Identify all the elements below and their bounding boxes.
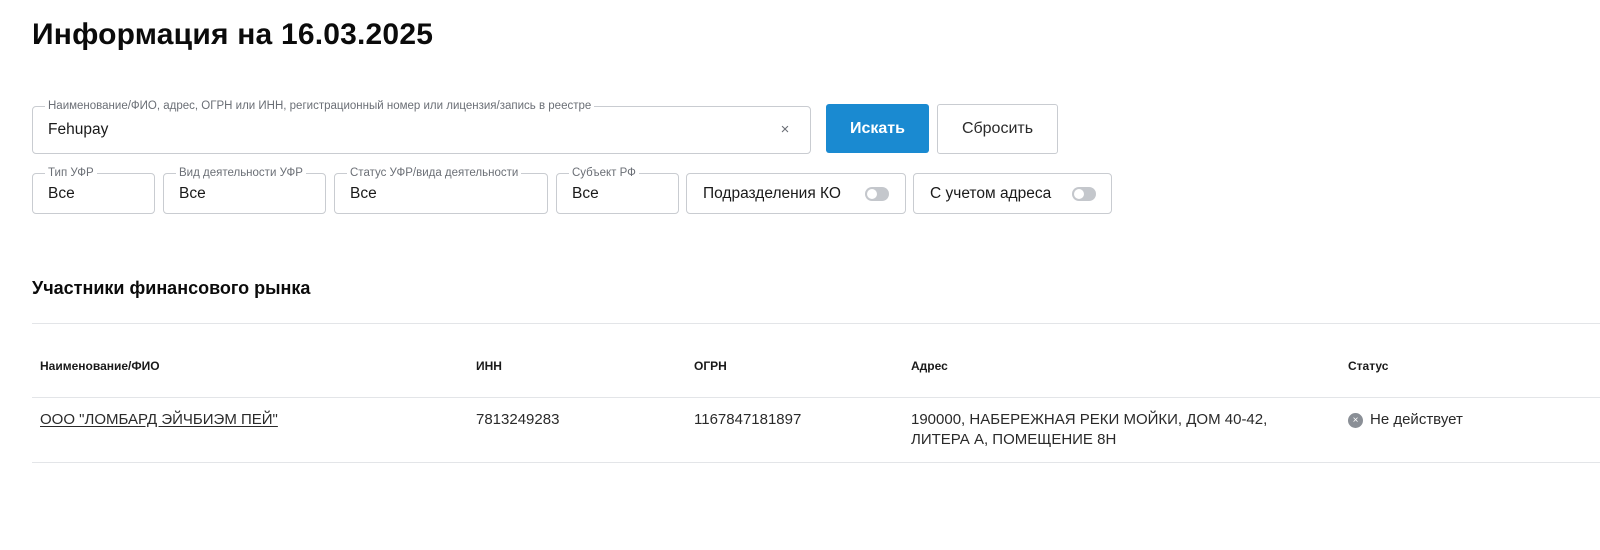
page-title: Информация на 16.03.2025 xyxy=(32,18,434,51)
address-toggle-label: С учетом адреса xyxy=(930,185,1052,202)
inactive-status-icon: × xyxy=(1348,413,1363,428)
ko-divisions-switch[interactable] xyxy=(865,187,889,201)
divider xyxy=(32,397,1600,398)
switch-knob xyxy=(867,189,877,199)
filter-type-label: Тип УФР xyxy=(45,166,97,180)
organization-link[interactable]: ООО "ЛОМБАРД ЭЙЧБИЭМ ПЕЙ" xyxy=(40,411,278,428)
divider xyxy=(32,462,1600,463)
filter-activity-label: Вид деятельности УФР xyxy=(176,166,306,180)
column-header-ogrn: ОГРН xyxy=(694,359,727,373)
reset-button[interactable]: Сбросить xyxy=(937,104,1058,154)
cell-status: × Не действует xyxy=(1348,410,1463,430)
column-header-status: Статус xyxy=(1348,359,1389,373)
clear-icon[interactable]: × xyxy=(776,120,794,140)
filter-status-select[interactable]: Статус УФР/вида деятельности Все xyxy=(334,166,548,214)
column-header-name: Наименование/ФИО xyxy=(40,359,160,373)
status-text: Не действует xyxy=(1370,411,1463,428)
cell-ogrn: 1167847181897 xyxy=(694,411,802,428)
cell-address: 190000, НАБЕРЕЖНАЯ РЕКИ МОЙКИ, ДОМ 40-42… xyxy=(911,411,1268,448)
search-field-label: Наименование/ФИО, адрес, ОГРН или ИНН, р… xyxy=(45,99,595,113)
column-header-inn: ИНН xyxy=(476,359,502,373)
address-switch[interactable] xyxy=(1072,187,1096,201)
page: Информация на 16.03.2025 Наименование/ФИ… xyxy=(0,0,1600,550)
cell-inn: 7813249283 xyxy=(476,411,560,428)
filter-subject-select[interactable]: Субъект РФ Все xyxy=(556,166,679,214)
ko-divisions-label: Подразделения КО xyxy=(703,185,841,202)
filter-subject-value: Все xyxy=(572,185,599,202)
filter-activity-value: Все xyxy=(179,185,206,202)
filter-type-value: Все xyxy=(48,185,75,202)
address-toggle-box[interactable]: С учетом адреса xyxy=(913,173,1112,214)
switch-knob xyxy=(1074,189,1084,199)
search-field[interactable]: Наименование/ФИО, адрес, ОГРН или ИНН, р… xyxy=(32,99,811,154)
section-title: Участники финансового рынка xyxy=(32,278,311,298)
filter-status-value: Все xyxy=(350,185,377,202)
search-input[interactable]: Fehupay xyxy=(48,121,108,139)
column-header-address: Адрес xyxy=(911,359,948,373)
cell-name: ООО "ЛОМБАРД ЭЙЧБИЭМ ПЕЙ" xyxy=(40,410,278,430)
filter-type-select[interactable]: Тип УФР Все xyxy=(32,166,155,214)
ko-divisions-toggle-box[interactable]: Подразделения КО xyxy=(686,173,906,214)
filter-status-label: Статус УФР/вида деятельности xyxy=(347,166,522,180)
search-button[interactable]: Искать xyxy=(826,104,929,153)
filter-activity-select[interactable]: Вид деятельности УФР Все xyxy=(163,166,326,214)
filter-subject-label: Субъект РФ xyxy=(569,166,639,180)
divider xyxy=(32,323,1600,324)
